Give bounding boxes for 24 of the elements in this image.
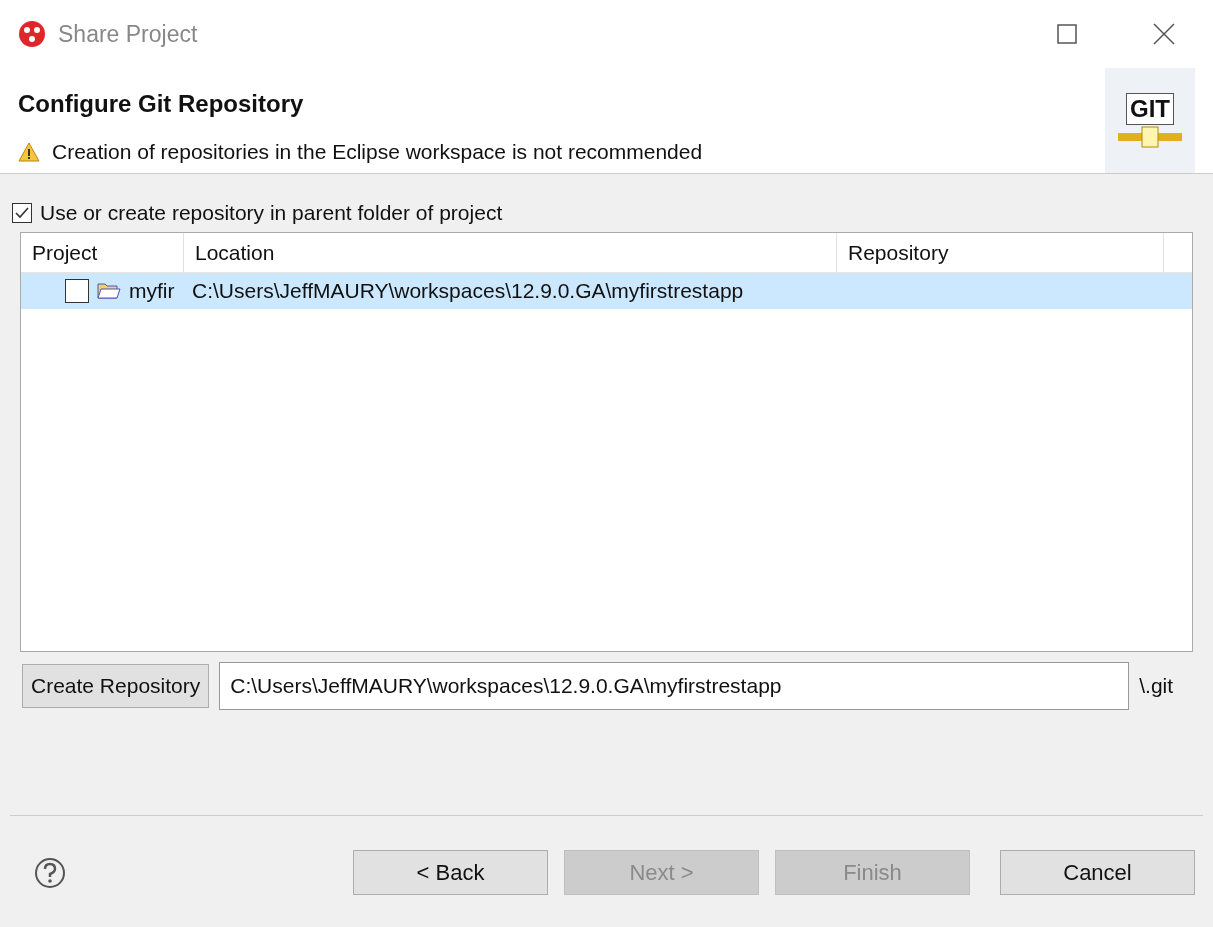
table-cell-text: C:\Users\JeffMAURY\workspaces\12.9.0.GA\myfirstrestapp (191, 278, 745, 305)
repository-path-field[interactable]: C:\Users\JeffMAURY\workspaces\12.9.0.GA\myfirstrestapp (219, 662, 1130, 710)
table-cell-text: myfir (129, 278, 175, 305)
git-logo: GIT (1118, 92, 1182, 149)
option-label: Use or create repository in parent folder of project (40, 200, 503, 227)
checkbox[interactable] (12, 203, 32, 223)
app-icon (18, 20, 46, 48)
help-icon[interactable] (34, 856, 66, 889)
warning-icon (18, 141, 40, 162)
close-icon[interactable] (1153, 23, 1175, 45)
create-repository-button[interactable]: Create Repository (22, 664, 210, 708)
column-header[interactable]: Project (21, 233, 184, 272)
wizard-button[interactable]: Cancel (1000, 850, 1195, 895)
folder-icon (97, 281, 121, 301)
warning-message: Creation of repositories in the Eclipse workspace is not recommended (52, 139, 703, 165)
table-row[interactable]: myfir C:\Users\JeffMAURY\workspaces\12.9.0.GA\myfirstrestapp (21, 273, 1192, 309)
git-suffix: \.git (1139, 673, 1174, 700)
wizard-button[interactable]: < Back (353, 850, 548, 895)
checkbox[interactable] (65, 279, 89, 303)
maximize-icon[interactable] (1057, 24, 1077, 44)
column-header[interactable]: Location (184, 233, 837, 272)
page-title: Configure Git Repository (18, 89, 305, 119)
column-header[interactable]: Repository (837, 233, 1164, 272)
window-title: Share Project (58, 19, 198, 49)
